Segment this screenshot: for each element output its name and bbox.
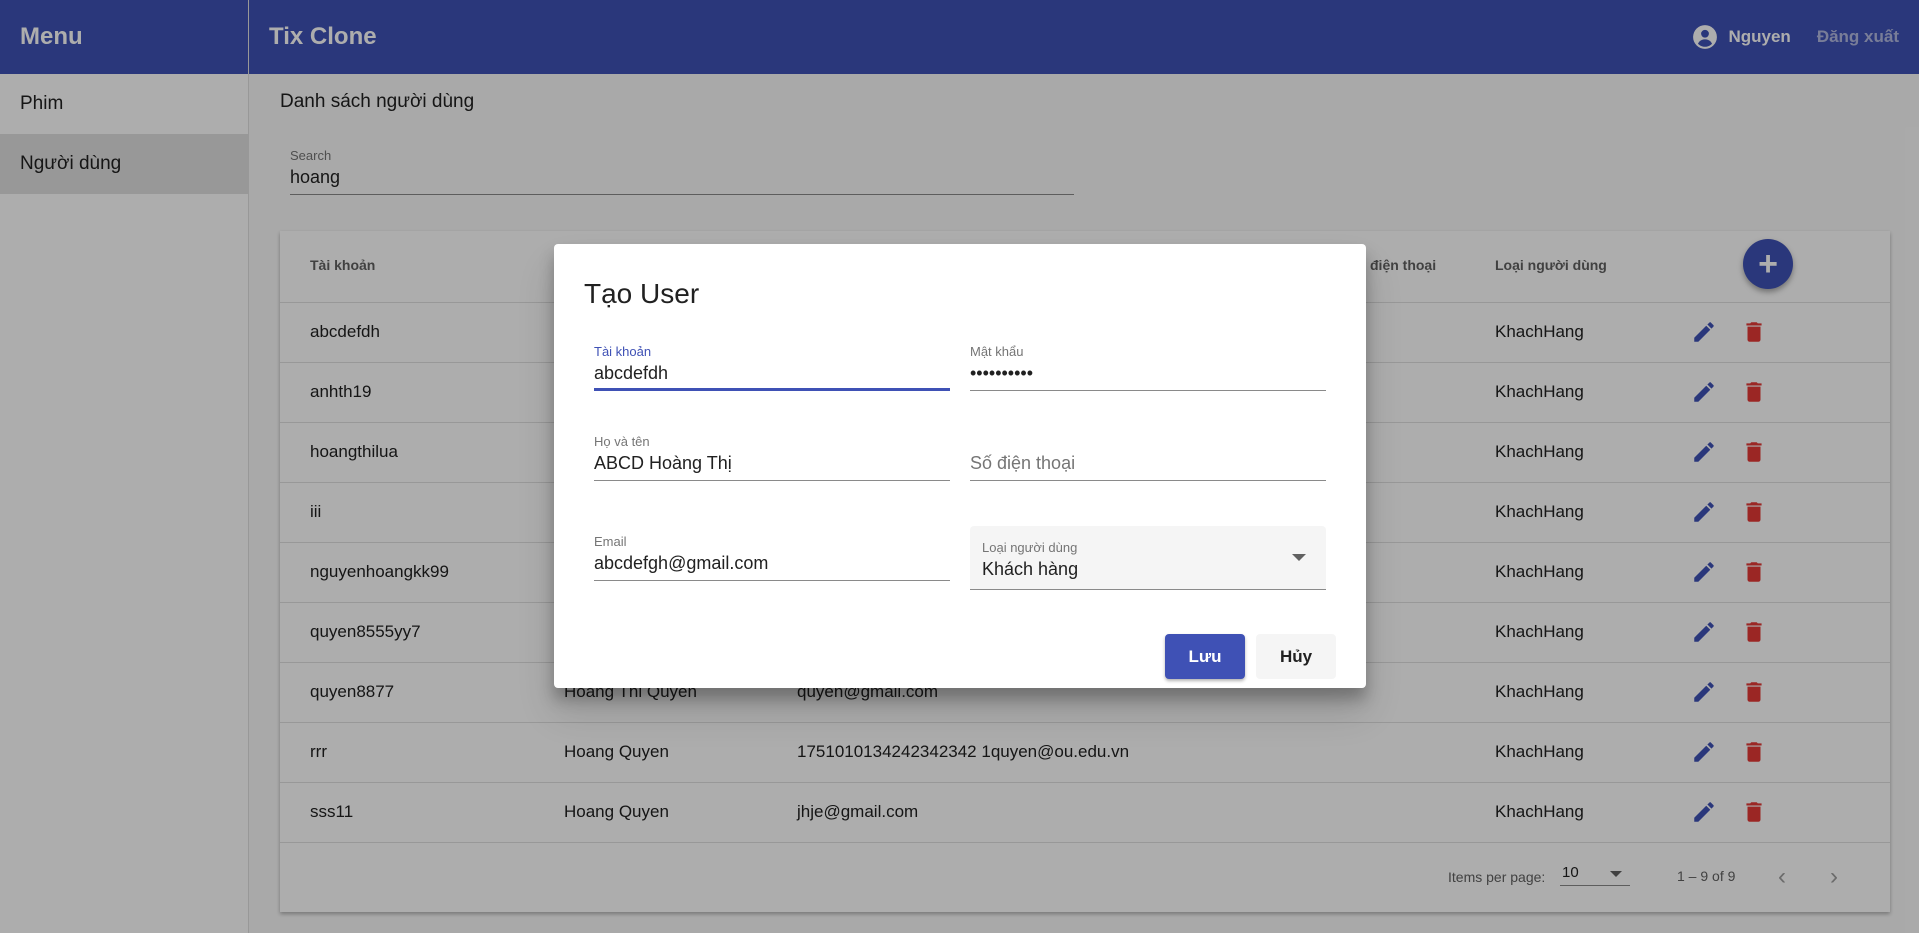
save-button[interactable]: Lưu (1165, 634, 1245, 679)
account-label: Tài khoản (594, 344, 652, 359)
dialog-title: Tạo User (584, 278, 700, 309)
email-input[interactable]: abcdefgh@gmail.com (594, 550, 950, 581)
user-type-select[interactable]: Loại người dùng Khách hàng (970, 526, 1326, 590)
user-type-value: Khách hàng (982, 559, 1079, 579)
cancel-button[interactable]: Hủy (1256, 634, 1336, 679)
create-user-dialog: Tạo User Tài khoản abcdefdh Mật khẩu •••… (554, 244, 1366, 688)
password-field[interactable]: Mật khẩu •••••••••• (970, 344, 1326, 391)
account-input[interactable]: abcdefdh (594, 360, 950, 391)
user-type-label: Loại người dùng (982, 540, 1078, 555)
email-field[interactable]: Email abcdefgh@gmail.com (594, 534, 950, 581)
full-name-label: Họ và tên (594, 434, 650, 449)
chevron-down-icon (1292, 554, 1306, 561)
password-label: Mật khẩu (970, 344, 1024, 359)
full-name-field[interactable]: Họ và tên ABCD Hoàng Thị (594, 434, 950, 481)
account-field[interactable]: Tài khoản abcdefdh (594, 344, 950, 391)
password-input[interactable]: •••••••••• (970, 360, 1326, 391)
phone-label-spacer (970, 434, 1326, 450)
phone-input[interactable]: Số điện thoại (970, 450, 1326, 481)
phone-field[interactable]: Số điện thoại (970, 434, 1326, 481)
email-label: Email (594, 534, 627, 549)
full-name-input[interactable]: ABCD Hoàng Thị (594, 450, 950, 481)
